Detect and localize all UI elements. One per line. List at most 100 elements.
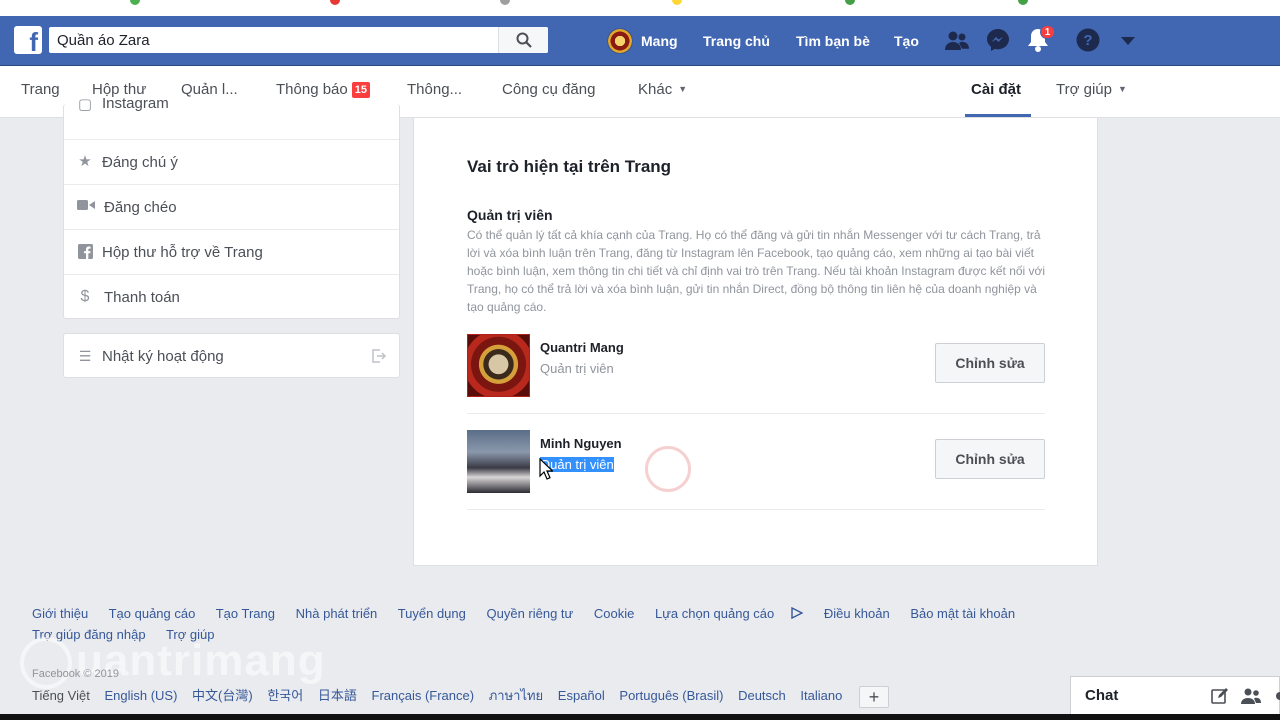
help-icon[interactable]: ? (1076, 28, 1100, 52)
member-role: Quản trị viên (540, 361, 614, 376)
active-tab-indicator (965, 114, 1031, 117)
copyright-text: Facebook © 2019 (32, 668, 119, 680)
bookmark-item[interactable] (1018, 0, 1032, 6)
mouse-cursor-icon (539, 458, 553, 480)
language-link[interactable]: Français (France) (372, 688, 475, 703)
footer-link[interactable]: Tạo Trang (216, 606, 275, 621)
role-description: Có thể quản lý tất cả khía cạnh của Tran… (467, 228, 1046, 314)
language-link[interactable]: 한국어 (267, 688, 303, 703)
bookmark-item[interactable] (500, 0, 514, 6)
video-icon (77, 199, 95, 215)
tab-more[interactable]: Khác ▼ (638, 81, 687, 98)
footer-link[interactable]: Giới thiệu (32, 606, 88, 621)
export-icon[interactable] (371, 348, 387, 364)
tab-page[interactable]: Trang (21, 81, 60, 98)
search-icon (516, 32, 532, 48)
top-navigation-bar: f Mang Trang chủ Tìm bạn bè Tạo 1 ? (0, 16, 1280, 66)
footer-link[interactable]: Nhà phát triển (296, 606, 378, 621)
search-input[interactable] (49, 27, 505, 53)
facebook-square-icon (77, 244, 93, 260)
footer-link[interactable]: Lựa chọn quảng cáo (654, 606, 804, 621)
language-link[interactable]: Italiano (800, 688, 842, 703)
watermark-circle-icon (20, 637, 72, 690)
account-menu-icon[interactable] (1121, 37, 1135, 45)
sidebar-item-label: Nhật ký hoạt động (102, 348, 224, 365)
friends-icon[interactable] (945, 30, 969, 52)
facebook-logo-icon[interactable]: f (14, 26, 42, 54)
bookmark-item[interactable] (672, 0, 686, 6)
list-item: Quantri Mang Quản trị viên Chỉnh sửa (467, 318, 1045, 414)
sidebar-item-instagram[interactable]: ▢ Instagram (64, 95, 399, 117)
tab-help[interactable]: Trợ giúp ▼ (1056, 81, 1127, 98)
settings-sidebar: ▢ Instagram ★ Đáng chú ý Đăng chéo Hộp t… (63, 95, 400, 319)
language-link[interactable]: 中文(台灣) (192, 688, 253, 703)
edit-button[interactable]: Chỉnh sửa (935, 439, 1045, 479)
language-link[interactable]: English (US) (104, 688, 177, 703)
language-selector: Tiếng Việt English (US) 中文(台灣) 한국어 日本語 F… (32, 685, 900, 708)
tab-insights[interactable]: Thông... (407, 81, 462, 98)
tab-publishing-tools[interactable]: Công cụ đăng (502, 81, 595, 98)
member-name[interactable]: Quantri Mang (540, 340, 624, 355)
sidebar-item-support-inbox[interactable]: Hộp thư hỗ trợ về Trang (64, 229, 399, 274)
language-link[interactable]: 日本語 (318, 688, 357, 703)
instagram-icon: ▢ (77, 96, 93, 113)
caret-down-icon: ▼ (1117, 84, 1127, 94)
sidebar-item-label: Hộp thư hỗ trợ về Trang (102, 244, 263, 261)
chat-options-icon[interactable] (1271, 687, 1280, 705)
list-item: Minh Nguyen Quản trị viên Chỉnh sửa (467, 414, 1045, 510)
activity-log-card: ☰ Nhật ký hoạt động (63, 333, 400, 378)
sidebar-item-label: Đăng chéo (104, 199, 177, 216)
footer-link[interactable]: Bảo mật tài khoản (910, 606, 1015, 621)
svg-text:?: ? (1083, 32, 1092, 49)
sidebar-item-payments[interactable]: $ Thanh toán (64, 274, 399, 319)
sidebar-item-crossposting[interactable]: Đăng chéo (64, 184, 399, 229)
sidebar-item-label: Instagram (102, 95, 169, 112)
click-indicator (645, 446, 691, 492)
caret-down-icon: ▼ (678, 84, 688, 94)
list-icon: ☰ (78, 348, 92, 364)
bookmark-item[interactable] (845, 0, 859, 6)
bookmark-item[interactable] (130, 0, 144, 6)
avatar[interactable] (467, 334, 530, 397)
footer-link[interactable]: Cookie (594, 606, 634, 621)
footer-link[interactable]: Tạo quảng cáo (109, 606, 196, 621)
edit-button[interactable]: Chỉnh sửa (935, 343, 1045, 383)
bookmarks-bar (0, 0, 1280, 16)
taskbar-edge (0, 714, 1280, 720)
tab-settings[interactable]: Cài đặt (971, 81, 1021, 98)
search-button[interactable] (498, 27, 548, 53)
language-link[interactable]: Español (558, 688, 605, 703)
find-friends-link[interactable]: Tìm bạn bè (796, 33, 870, 49)
member-name[interactable]: Minh Nguyen (540, 436, 622, 451)
footer-link[interactable]: Quyền riêng tư (487, 606, 574, 621)
ad-choices-icon (791, 606, 804, 620)
home-link[interactable]: Trang chủ (703, 33, 770, 49)
sidebar-item-label: Thanh toán (104, 289, 180, 306)
star-icon: ★ (78, 153, 92, 170)
bookmark-item[interactable] (330, 0, 344, 6)
chat-bar[interactable]: Chat (1070, 676, 1280, 714)
create-link[interactable]: Tạo (894, 33, 919, 49)
sidebar-item-featured[interactable]: ★ Đáng chú ý (64, 139, 399, 184)
language-link[interactable]: ภาษาไทย (489, 688, 543, 703)
footer-link[interactable]: Tuyển dụng (398, 606, 466, 621)
profile-link[interactable]: Mang (607, 27, 678, 55)
avatar[interactable] (467, 430, 530, 493)
page-roles-panel: Vai trò hiện tại trên Trang Quản trị viê… (413, 118, 1098, 566)
profile-name: Mang (641, 33, 678, 49)
sidebar-item-activity-log[interactable]: ☰ Nhật ký hoạt động (64, 334, 399, 379)
footer-link-label: Lựa chọn quảng cáo (654, 606, 775, 621)
language-link[interactable]: Deutsch (738, 688, 786, 703)
avatar (607, 28, 633, 54)
tab-more-label: Khác (638, 81, 673, 98)
add-language-button[interactable]: + (858, 685, 889, 708)
compose-icon[interactable] (1211, 687, 1229, 705)
language-link[interactable]: Português (Brasil) (619, 688, 723, 703)
chat-label: Chat (1085, 687, 1119, 704)
footer-link[interactable]: Điều khoản (824, 606, 890, 621)
group-icon[interactable] (1241, 687, 1261, 705)
current-language: Tiếng Việt (32, 688, 90, 703)
section-heading: Vai trò hiện tại trên Trang (467, 157, 672, 176)
messenger-icon[interactable] (986, 28, 1010, 52)
role-title: Quản trị viên (467, 207, 553, 223)
